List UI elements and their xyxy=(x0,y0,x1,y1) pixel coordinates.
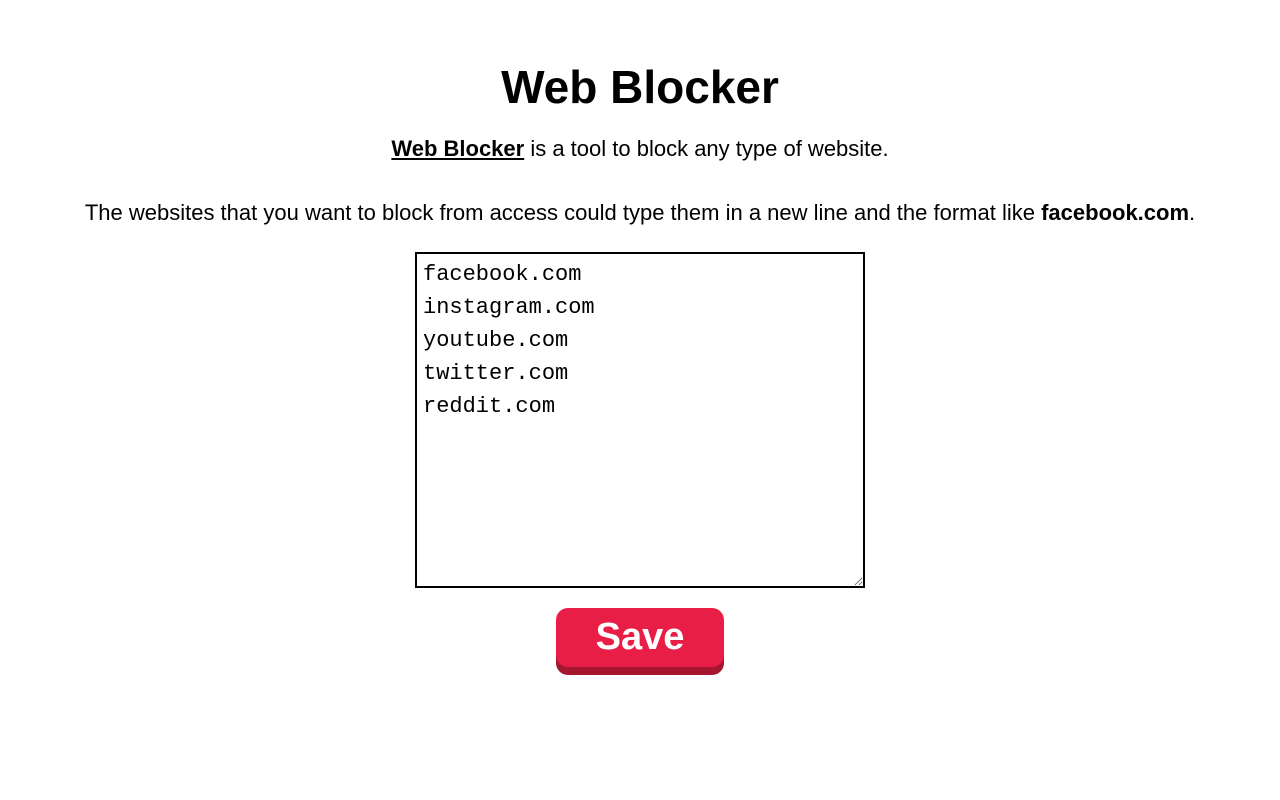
instruction-prefix: The websites that you want to block from… xyxy=(85,200,1041,225)
blocked-sites-textarea[interactable] xyxy=(415,252,865,588)
instruction-line: The websites that you want to block from… xyxy=(0,200,1280,226)
description-strong: Web Blocker xyxy=(391,136,524,161)
instruction-suffix: . xyxy=(1189,200,1195,225)
page-title: Web Blocker xyxy=(0,60,1280,114)
description-rest: is a tool to block any type of website. xyxy=(524,136,888,161)
save-button[interactable]: Save xyxy=(556,608,725,667)
main-container: Web Blocker Web Blocker is a tool to blo… xyxy=(0,0,1280,667)
textarea-wrap xyxy=(415,252,865,588)
instruction-example: facebook.com xyxy=(1041,200,1189,225)
description-line: Web Blocker is a tool to block any type … xyxy=(0,136,1280,162)
